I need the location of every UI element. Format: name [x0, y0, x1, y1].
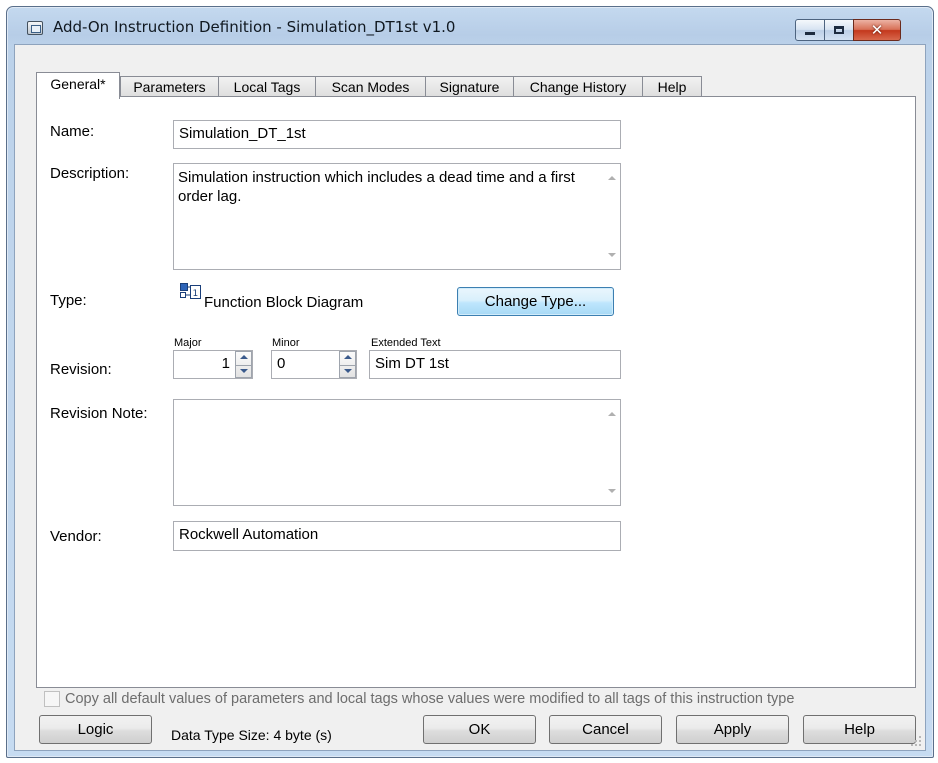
type-label: Type: [50, 292, 87, 309]
scroll-up-icon[interactable] [608, 412, 616, 416]
instruction-definition-icon [27, 21, 43, 35]
maximize-icon [834, 26, 844, 34]
minor-up-icon[interactable] [340, 352, 355, 365]
major-up-icon[interactable] [236, 352, 251, 365]
minor-label: Minor [272, 337, 300, 349]
revision-label: Revision: [50, 361, 112, 378]
resize-grip[interactable] [910, 735, 922, 747]
window-title: Add-On Instruction Definition - Simulati… [53, 18, 456, 36]
vendor-field[interactable]: Rockwell Automation [173, 521, 621, 551]
revision-note-field[interactable] [173, 399, 621, 506]
type-value: Function Block Diagram [204, 294, 364, 311]
revision-note-scrollbar[interactable] [603, 400, 620, 505]
major-revision-stepper[interactable] [235, 351, 252, 378]
logic-button[interactable]: Logic [39, 715, 152, 744]
tab-local-tags[interactable]: Local Tags [218, 76, 316, 98]
scroll-down-icon[interactable] [608, 489, 616, 493]
svg-text:1: 1 [193, 289, 199, 299]
change-type-button[interactable]: Change Type... [457, 287, 614, 316]
minor-down-icon[interactable] [340, 364, 355, 379]
tab-help[interactable]: Help [642, 76, 702, 98]
help-button[interactable]: Help [803, 715, 916, 744]
copy-defaults-label: Copy all default values of parameters an… [65, 691, 795, 707]
scroll-down-icon[interactable] [608, 253, 616, 257]
cancel-button[interactable]: Cancel [549, 715, 662, 744]
maximize-button[interactable] [824, 19, 854, 41]
name-label: Name: [50, 123, 95, 140]
tab-parameters[interactable]: Parameters [120, 76, 219, 98]
major-down-icon[interactable] [236, 364, 251, 379]
extended-text-label: Extended Text [371, 337, 441, 349]
extended-text-field[interactable]: Sim DT 1st [369, 350, 621, 379]
minimize-button[interactable] [795, 19, 825, 41]
tab-general[interactable]: General* [36, 72, 120, 99]
description-label: Description: [50, 165, 130, 182]
close-button[interactable]: ✕ [853, 19, 901, 41]
vendor-label: Vendor: [50, 528, 102, 545]
name-field[interactable]: Simulation_DT_1st [173, 120, 621, 149]
scroll-up-icon[interactable] [608, 176, 616, 180]
tab-change-history[interactable]: Change History [513, 76, 643, 98]
description-scrollbar[interactable] [603, 164, 620, 269]
tab-signature[interactable]: Signature [425, 76, 514, 98]
close-icon: ✕ [870, 20, 884, 39]
dialog-client-area: General* Parameters Local Tags Scan Mode… [14, 44, 926, 751]
apply-button[interactable]: Apply [676, 715, 789, 744]
major-label: Major [174, 337, 202, 349]
ok-button[interactable]: OK [423, 715, 536, 744]
copy-defaults-checkbox[interactable] [44, 691, 60, 707]
description-text: Simulation instruction which includes a … [178, 169, 575, 205]
minimize-icon [805, 31, 815, 35]
title-bar[interactable]: Add-On Instruction Definition - Simulati… [7, 7, 933, 45]
function-block-diagram-icon: 1 [180, 283, 201, 299]
tab-scan-modes[interactable]: Scan Modes [315, 76, 426, 98]
description-field[interactable]: Simulation instruction which includes a … [173, 163, 621, 270]
minor-revision-stepper[interactable] [339, 351, 356, 378]
dialog-window: Add-On Instruction Definition - Simulati… [6, 6, 934, 758]
revision-note-label: Revision Note: [50, 405, 148, 422]
data-type-size: Data Type Size: 4 byte (s) [171, 727, 332, 743]
